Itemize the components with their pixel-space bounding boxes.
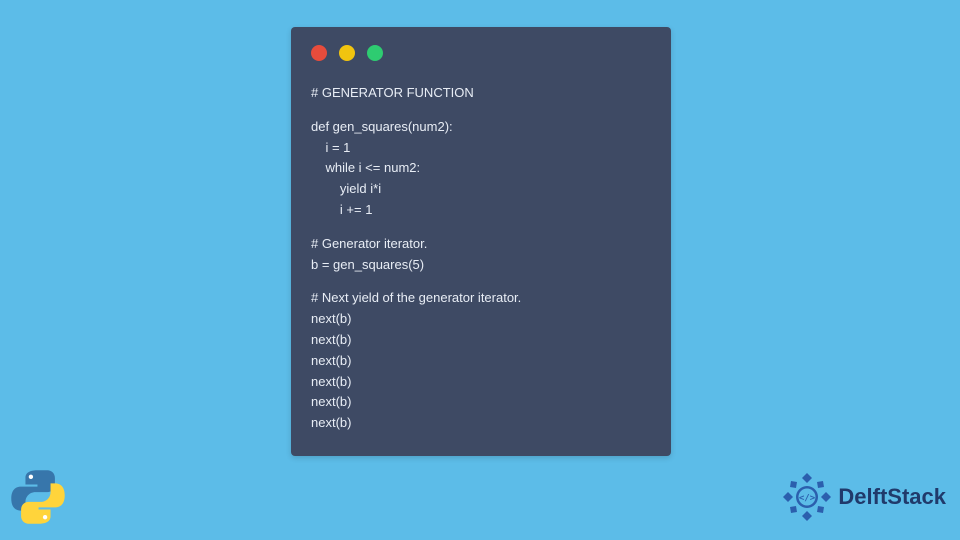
python-logo-icon — [8, 467, 68, 532]
maximize-icon — [367, 45, 383, 61]
code-line: def gen_squares(num2): — [311, 117, 651, 138]
code-line: next(b) — [311, 372, 651, 393]
code-line: next(b) — [311, 309, 651, 330]
code-line: next(b) — [311, 413, 651, 434]
code-line: b = gen_squares(5) — [311, 255, 651, 276]
svg-text:</>: </> — [799, 494, 816, 504]
code-line: next(b) — [311, 351, 651, 372]
brand-logo: </> DelftStack — [782, 472, 946, 522]
code-line: while i <= num2: — [311, 158, 651, 179]
code-line — [311, 275, 651, 288]
code-line — [311, 104, 651, 117]
code-line — [311, 221, 651, 234]
code-line: # Next yield of the generator iterator. — [311, 288, 651, 309]
code-line: # Generator iterator. — [311, 234, 651, 255]
code-line: # GENERATOR FUNCTION — [311, 83, 651, 104]
code-block: # GENERATOR FUNCTION def gen_squares(num… — [311, 83, 651, 434]
brand-badge-icon: </> — [782, 472, 832, 522]
brand-name: DelftStack — [838, 484, 946, 510]
code-line: next(b) — [311, 392, 651, 413]
code-line: i += 1 — [311, 200, 651, 221]
minimize-icon — [339, 45, 355, 61]
code-card: # GENERATOR FUNCTION def gen_squares(num… — [291, 27, 671, 456]
code-line: yield i*i — [311, 179, 651, 200]
code-line: next(b) — [311, 330, 651, 351]
window-controls — [311, 45, 651, 61]
close-icon — [311, 45, 327, 61]
code-line: i = 1 — [311, 138, 651, 159]
